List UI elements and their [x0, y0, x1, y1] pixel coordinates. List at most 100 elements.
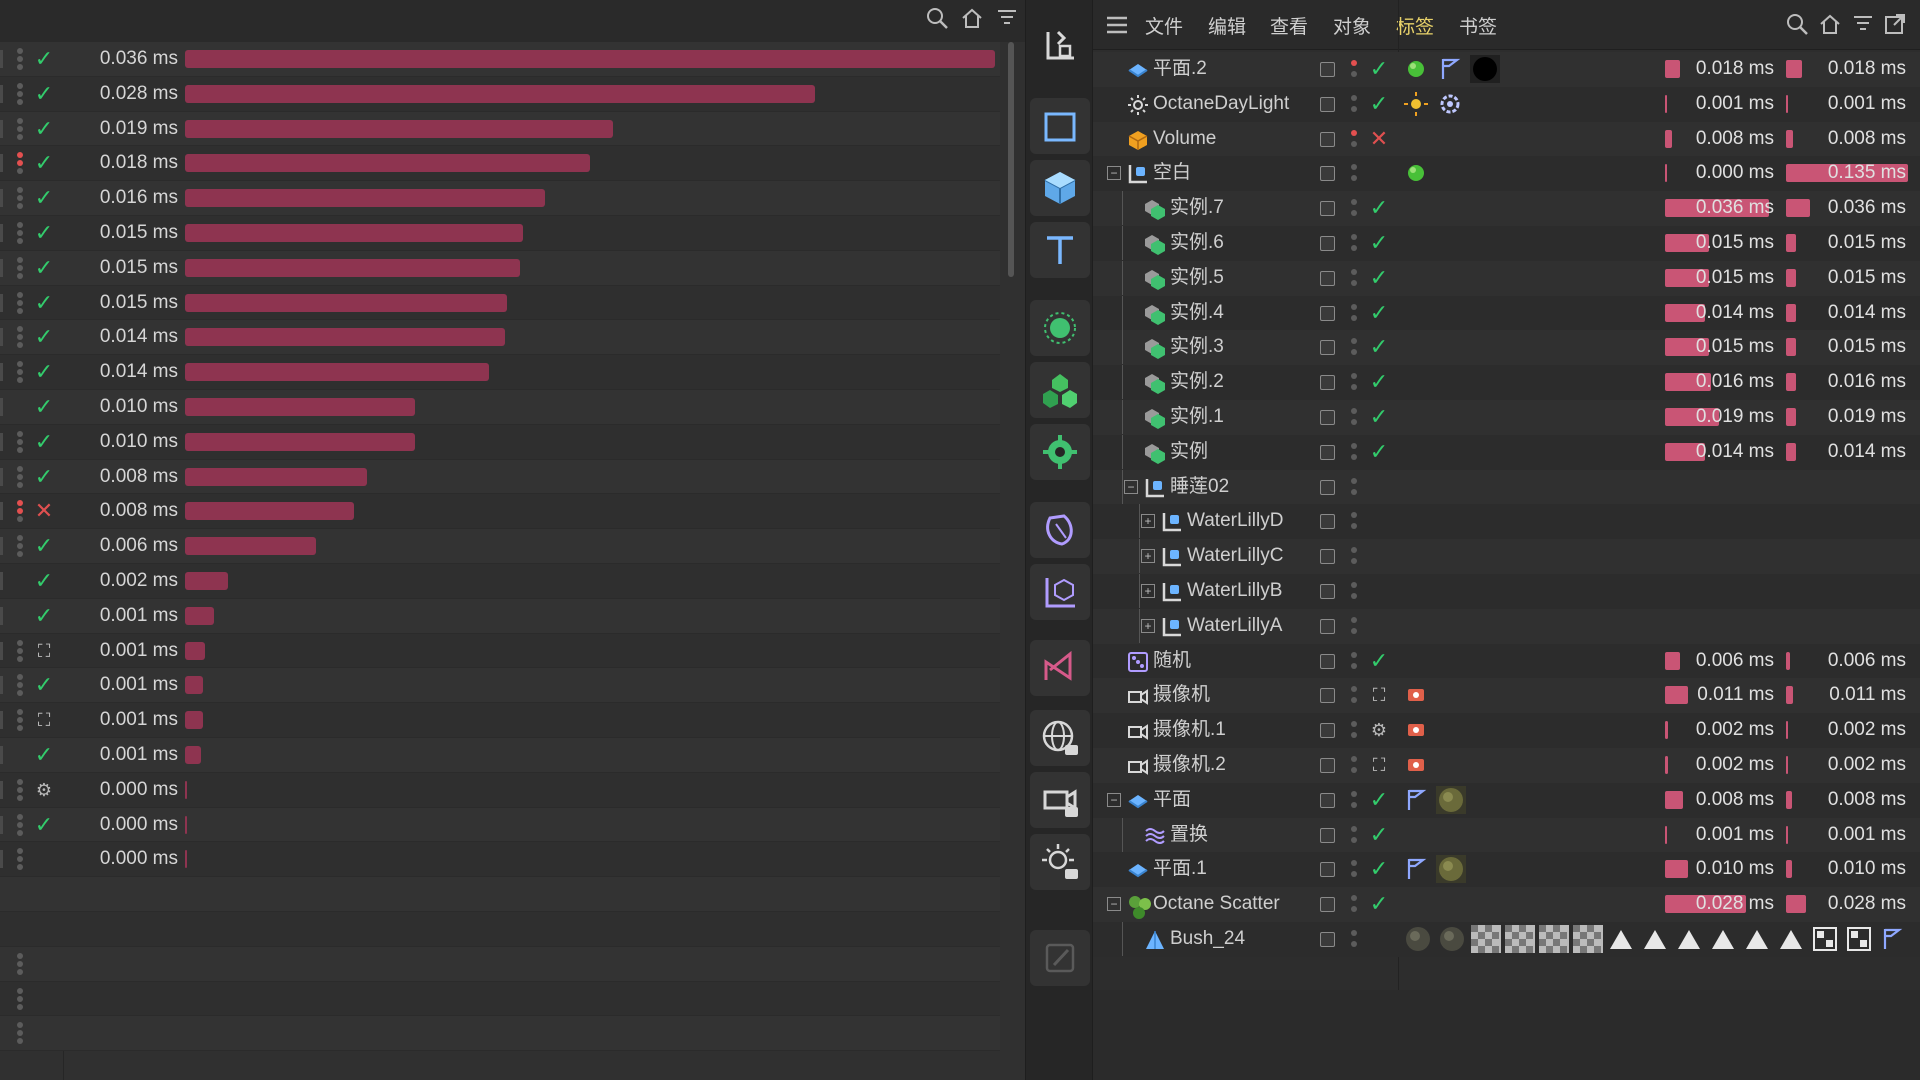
visibility-dots-icon[interactable] [16, 82, 24, 105]
edit-toggle-icon[interactable] [1320, 409, 1335, 425]
material-preview-icon[interactable] [1437, 925, 1467, 958]
expand-toggle-icon[interactable]: − [1124, 479, 1138, 494]
object-name[interactable]: 实例 [1170, 435, 1208, 469]
visibility-dots-icon[interactable] [16, 778, 24, 801]
object-name[interactable]: 睡莲02 [1170, 470, 1229, 504]
object-name[interactable]: Octane Scatter [1153, 887, 1280, 921]
enabled-check-icon[interactable]: ✓ [32, 81, 56, 107]
render-box-icon[interactable]: ⛶ [1366, 750, 1392, 780]
visibility-dots-icon[interactable] [16, 987, 24, 1010]
visibility-dots-icon[interactable] [1350, 58, 1358, 80]
timing-row[interactable]: ✓ 0.015 ms [0, 285, 1000, 321]
visibility-dots-icon[interactable] [16, 221, 24, 244]
edit-toggle-icon[interactable] [1320, 305, 1335, 321]
material-preview-icon[interactable] [1435, 785, 1467, 819]
render-box-icon[interactable]: ⛶ [1366, 680, 1392, 710]
expand-toggle-icon[interactable]: − [1107, 792, 1121, 807]
visibility-dots-icon[interactable] [1350, 684, 1358, 706]
daylight-tag-icon[interactable] [1403, 90, 1429, 123]
visibility-dots-icon[interactable] [16, 430, 24, 453]
timing-row[interactable]: ✓ 0.006 ms [0, 529, 1000, 564]
scrollbar[interactable] [1008, 42, 1014, 277]
spline-tool-icon[interactable] [1030, 640, 1090, 696]
visibility-dots-icon[interactable] [1350, 336, 1358, 358]
visibility-dots-icon[interactable] [16, 674, 24, 697]
text-tool-icon[interactable] [1030, 222, 1090, 278]
texture-flag-icon[interactable] [1437, 55, 1463, 88]
edit-toggle-icon[interactable] [1320, 549, 1335, 565]
visibility-dots-icon[interactable] [1350, 476, 1358, 498]
camera-tag-icon[interactable] [1403, 681, 1429, 714]
camera-tag-icon[interactable] [1403, 751, 1429, 784]
object-row[interactable]: 平面.1 ✓ 0.010 ms 0.010 ms [1093, 852, 1920, 888]
material-tag-icon[interactable] [1403, 159, 1429, 192]
render-gear-icon[interactable]: ⚙ [1366, 715, 1392, 745]
visibility-dots-icon[interactable] [1350, 719, 1358, 741]
search-icon[interactable] [1785, 12, 1809, 36]
object-name[interactable]: OctaneDayLight [1153, 87, 1289, 121]
material-preview-icon[interactable] [1403, 925, 1433, 958]
object-row[interactable]: 实例.3 ✓ 0.015 ms 0.015 ms [1093, 330, 1920, 366]
edit-toggle-icon[interactable] [1320, 827, 1335, 843]
enabled-check-icon[interactable]: ✓ [1366, 89, 1392, 119]
edit-toggle-icon[interactable] [1320, 166, 1335, 182]
object-row[interactable]: 摄像机.2 ⛶ 0.002 ms 0.002 ms [1093, 747, 1920, 784]
object-name[interactable]: 实例.6 [1170, 226, 1224, 260]
enabled-check-icon[interactable]: ✓ [1366, 785, 1392, 815]
visibility-dots-icon[interactable] [1350, 615, 1358, 637]
enabled-check-icon[interactable]: ✓ [32, 672, 56, 698]
texture-tag-icon[interactable] [1471, 924, 1501, 958]
enabled-check-icon[interactable]: ✓ [32, 290, 56, 316]
visibility-dots-icon[interactable] [1350, 789, 1358, 811]
visibility-dots-icon[interactable] [1350, 824, 1358, 846]
edit-toggle-icon[interactable] [1320, 792, 1335, 808]
visibility-dots-icon[interactable] [16, 952, 24, 975]
visibility-dots-icon[interactable] [1350, 858, 1358, 880]
enabled-check-icon[interactable]: ✓ [32, 46, 56, 72]
object-name[interactable]: 摄像机.1 [1153, 713, 1226, 747]
timing-row[interactable]: ✓ 0.036 ms [0, 42, 1000, 77]
object-name[interactable]: 实例.1 [1170, 400, 1224, 434]
enabled-check-icon[interactable]: ✓ [1366, 437, 1392, 467]
object-row[interactable]: 实例.5 ✓ 0.015 ms 0.015 ms [1093, 260, 1920, 296]
object-name[interactable]: 实例.5 [1170, 261, 1224, 295]
phong-tag-icon[interactable] [1607, 925, 1635, 958]
enabled-check-icon[interactable]: ✓ [1366, 332, 1392, 362]
effector-gear-icon[interactable] [1030, 424, 1090, 480]
visibility-dots-icon[interactable] [1350, 441, 1358, 463]
object-name[interactable]: WaterLillyD [1187, 504, 1283, 538]
enabled-check-icon[interactable]: ✓ [32, 533, 56, 559]
object-row[interactable]: 摄像机 ⛶ 0.011 ms 0.011 ms [1093, 678, 1920, 714]
enabled-check-icon[interactable]: ✓ [32, 568, 56, 594]
menu-tags[interactable]: 标签 [1396, 12, 1434, 39]
edit-toggle-icon[interactable] [1320, 479, 1335, 495]
enabled-check-icon[interactable]: ✓ [32, 742, 56, 768]
object-name[interactable]: WaterLillyA [1187, 609, 1282, 643]
edit-toggle-icon[interactable] [1320, 723, 1335, 739]
enabled-check-icon[interactable]: ✓ [32, 185, 56, 211]
expand-toggle-icon[interactable]: + [1141, 549, 1155, 564]
camera-tag-icon[interactable] [1403, 716, 1429, 749]
enabled-check-icon[interactable]: ✓ [1366, 889, 1392, 919]
octane-camera-icon[interactable] [1030, 772, 1090, 828]
edit-toggle-icon[interactable] [1320, 757, 1335, 773]
texture-tag-icon[interactable] [1539, 924, 1569, 958]
enabled-check-icon[interactable]: ✓ [1366, 54, 1392, 84]
edit-toggle-icon[interactable] [1320, 131, 1335, 147]
object-name[interactable]: 摄像机.2 [1153, 748, 1226, 782]
edit-toggle-icon[interactable] [1320, 862, 1335, 878]
visibility-dots-icon[interactable] [16, 256, 24, 279]
home-icon[interactable] [957, 6, 987, 36]
edit-toggle-icon[interactable] [1320, 931, 1335, 947]
render-box-icon[interactable]: ⛶ [32, 707, 56, 733]
texture-tag-icon[interactable] [1573, 924, 1603, 958]
visibility-dots-icon[interactable] [1350, 128, 1358, 150]
object-name[interactable]: 随机 [1153, 644, 1191, 678]
edit-toggle-icon[interactable] [1320, 96, 1335, 112]
timing-row[interactable]: ✓ 0.000 ms [0, 807, 1000, 843]
render-box-icon[interactable]: ⛶ [32, 638, 56, 664]
timing-row[interactable]: ✓ 0.019 ms [0, 111, 1000, 147]
object-row[interactable]: Bush_24 [1093, 921, 1920, 958]
new-window-icon[interactable] [1883, 12, 1907, 36]
edit-toggle-icon[interactable] [1320, 583, 1335, 599]
